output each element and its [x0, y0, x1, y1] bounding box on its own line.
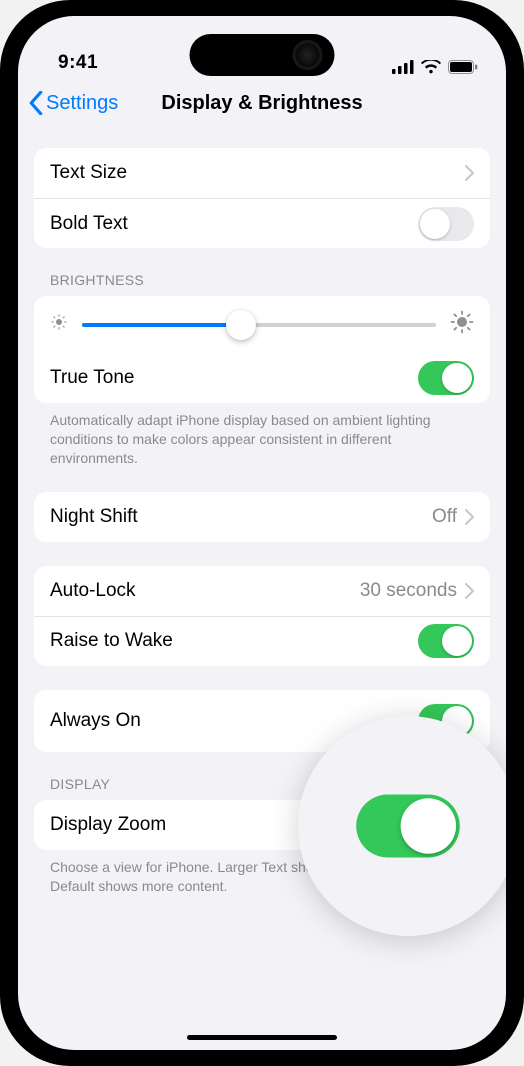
- sun-min-icon: [50, 313, 68, 336]
- brightness-header: BRIGHTNESS: [34, 272, 490, 296]
- auto-lock-value: 30 seconds: [360, 580, 457, 602]
- back-label: Settings: [46, 92, 118, 115]
- text-size-label: Text Size: [50, 162, 465, 184]
- raise-to-wake-label: Raise to Wake: [50, 630, 418, 652]
- cellular-icon: [392, 60, 414, 74]
- chevron-left-icon: [28, 91, 44, 115]
- text-size-row[interactable]: Text Size: [34, 148, 490, 198]
- always-on-toggle-magnified[interactable]: [356, 795, 460, 858]
- true-tone-footer: Automatically adapt iPhone display based…: [34, 403, 490, 468]
- phone-frame: 9:41 Settings Display & Brightness Text …: [0, 0, 524, 1066]
- chevron-right-icon: [465, 509, 474, 525]
- wifi-icon: [421, 60, 441, 74]
- night-shift-value: Off: [432, 506, 457, 528]
- status-time: 9:41: [58, 52, 98, 74]
- home-indicator[interactable]: [187, 1035, 337, 1040]
- chevron-right-icon: [465, 583, 474, 599]
- sun-max-icon: [450, 310, 474, 339]
- brightness-slider-row: [34, 296, 490, 353]
- navigation-bar: Settings Display & Brightness: [18, 78, 506, 128]
- night-shift-row[interactable]: Night Shift Off: [34, 492, 490, 542]
- true-tone-label: True Tone: [50, 367, 418, 389]
- auto-lock-label: Auto-Lock: [50, 580, 360, 602]
- true-tone-toggle[interactable]: [418, 361, 474, 395]
- dynamic-island: [190, 34, 335, 76]
- page-title: Display & Brightness: [161, 92, 362, 115]
- camera-lens: [293, 40, 323, 70]
- screen: 9:41 Settings Display & Brightness Text …: [18, 16, 506, 1050]
- battery-icon: [448, 60, 478, 74]
- auto-lock-row[interactable]: Auto-Lock 30 seconds: [34, 566, 490, 616]
- bold-text-label: Bold Text: [50, 213, 418, 235]
- status-icons: [392, 60, 478, 74]
- always-on-callout: [298, 716, 506, 936]
- bold-text-row: Bold Text: [34, 198, 490, 248]
- raise-to-wake-row: Raise to Wake: [34, 616, 490, 666]
- brightness-slider[interactable]: [82, 323, 436, 327]
- slider-thumb[interactable]: [226, 310, 256, 340]
- bold-text-toggle[interactable]: [418, 207, 474, 241]
- back-button[interactable]: Settings: [28, 78, 118, 128]
- chevron-right-icon: [465, 165, 474, 181]
- night-shift-label: Night Shift: [50, 506, 432, 528]
- raise-to-wake-toggle[interactable]: [418, 624, 474, 658]
- true-tone-row: True Tone: [34, 353, 490, 403]
